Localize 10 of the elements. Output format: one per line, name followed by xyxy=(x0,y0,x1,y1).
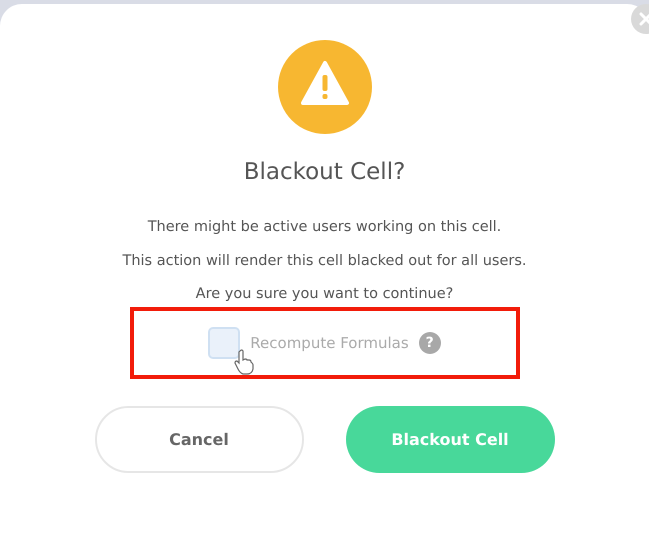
message-line: There might be active users working on this cell. xyxy=(148,218,502,237)
message-line: Are you sure you want to continue? xyxy=(196,285,454,304)
confirm-button[interactable]: Blackout Cell xyxy=(346,406,554,472)
message-line: This action will render this cell blacked out for all users. xyxy=(122,252,527,270)
cancel-button[interactable]: Cancel xyxy=(94,406,304,472)
checkbox[interactable] xyxy=(208,326,240,358)
checkbox-label[interactable]: Recompute Formulas xyxy=(250,334,409,352)
dialog-title: Blackout Cell? xyxy=(244,159,406,185)
warning-icon xyxy=(276,39,372,135)
help-icon[interactable]: ? xyxy=(418,332,441,354)
